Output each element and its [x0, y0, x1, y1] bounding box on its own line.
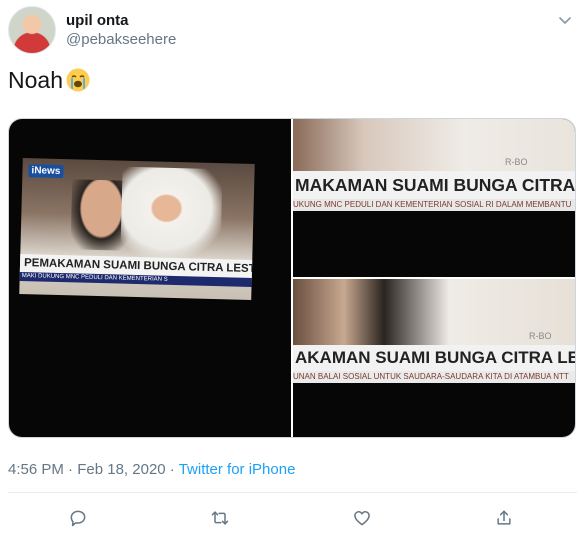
headline-banner-zoom: AKAMAN SUAMI BUNGA CITRA LESTARI	[293, 345, 575, 371]
user-handle[interactable]: @pebakseehere	[66, 30, 176, 50]
tweet-date[interactable]: Feb 18, 2020	[77, 461, 165, 478]
broadcast-person-woman	[120, 166, 223, 260]
divider	[8, 492, 577, 493]
tv-broadcast: iNews PEMAKAMAN SUAMI BUNGA CITRA LESTAR…	[19, 157, 255, 301]
photo-grid[interactable]: iNews PEMAKAMAN SUAMI BUNGA CITRA LESTAR…	[8, 118, 576, 438]
display-name[interactable]: upil onta	[66, 12, 176, 30]
tweet-actions	[0, 502, 585, 534]
separator: ·	[169, 461, 175, 478]
reply-icon	[70, 510, 86, 527]
heart-icon	[354, 511, 370, 526]
share-icon	[497, 510, 511, 525]
photo-tv-screen[interactable]: iNews PEMAKAMAN SUAMI BUNGA CITRA LESTAR…	[9, 119, 291, 437]
retweet-icon	[211, 511, 229, 525]
zoomed-photo-area	[293, 119, 575, 171]
watermark: R-BO	[505, 157, 528, 167]
watermark: R-BO	[529, 331, 552, 341]
tweet-header: upil onta @pebakseehere	[8, 6, 577, 56]
tweet-time[interactable]: 4:56 PM	[8, 461, 64, 478]
retweet-button[interactable]	[208, 506, 232, 530]
tweet-text: Noah	[8, 66, 91, 94]
avatar[interactable]	[8, 6, 56, 54]
tweet-metadata: 4:56 PM · Feb 18, 2020 · Twitter for iPh…	[8, 460, 295, 480]
photo-zoom-top[interactable]: R-BO MAKAMAN SUAMI BUNGA CITRA LESTARI U…	[293, 119, 575, 277]
tweet-text-content: Noah	[8, 67, 63, 93]
tweet-source-link[interactable]: Twitter for iPhone	[179, 461, 296, 478]
news-channel-logo: iNews	[28, 164, 64, 179]
chevron-down-icon[interactable]	[557, 12, 573, 28]
loudly-crying-face-icon	[66, 68, 90, 92]
separator: ·	[68, 461, 74, 478]
news-ticker-zoom: UKUNG MNC PEDULI DAN KEMENTERIAN SOSIAL …	[293, 199, 575, 211]
news-ticker-zoom: UNAN BALAI SOSIAL UNTUK SAUDARA-SAUDARA …	[293, 371, 575, 383]
photo-zoom-bottom[interactable]: R-BO AKAMAN SUAMI BUNGA CITRA LESTARI UN…	[293, 279, 575, 437]
reply-button[interactable]	[66, 506, 90, 530]
author-names[interactable]: upil onta @pebakseehere	[66, 12, 176, 50]
like-button[interactable]	[350, 506, 374, 530]
share-button[interactable]	[492, 506, 516, 530]
headline-banner-zoom: MAKAMAN SUAMI BUNGA CITRA LESTARI	[293, 171, 575, 199]
